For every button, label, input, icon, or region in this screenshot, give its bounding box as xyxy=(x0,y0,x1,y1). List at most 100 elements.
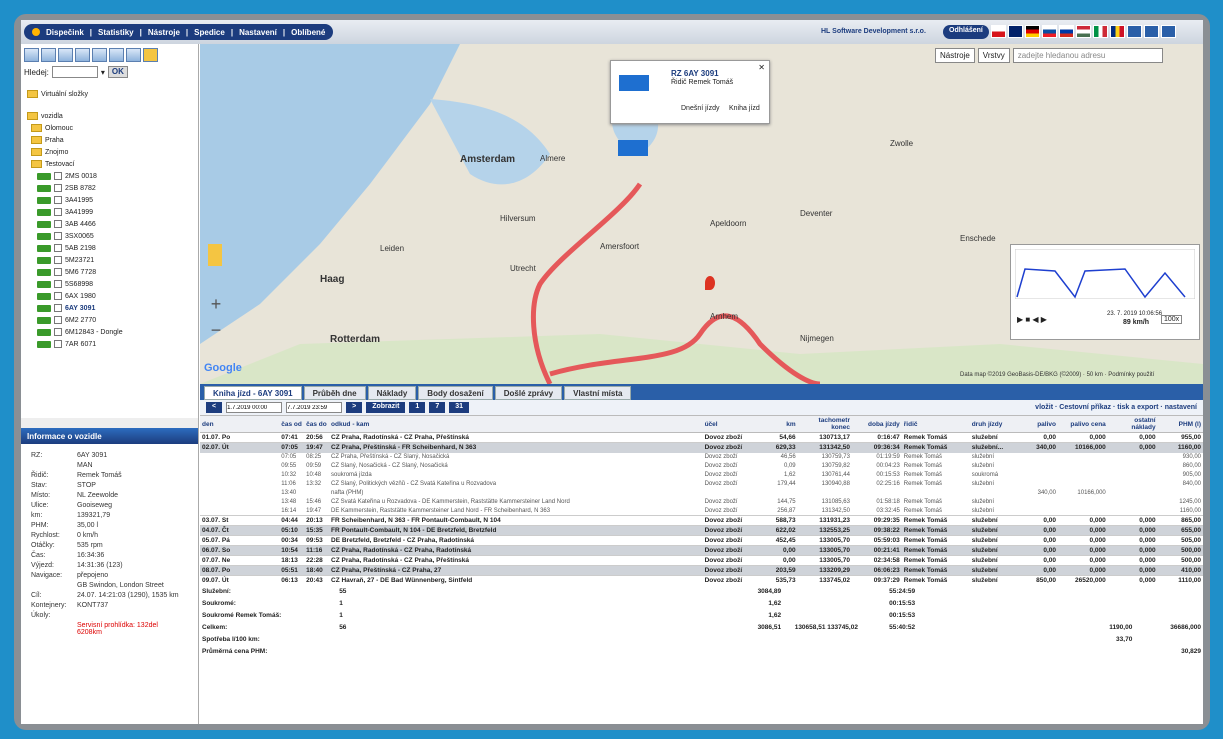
tree-vehicle[interactable]: 3A41999 xyxy=(37,206,192,218)
table-row[interactable]: 13:48 15:46 CZ Svatá Kateřina u Rozvadova … xyxy=(200,498,1203,507)
table-row[interactable]: 09.07. Út 06:13 20:43 CZ Havraň, 27 - DE Ba… xyxy=(200,575,1203,586)
column-header[interactable]: doba jízdy xyxy=(851,416,902,433)
column-header[interactable]: palivo xyxy=(1021,416,1058,433)
table-row[interactable]: 02.07. Út 07:05 19:47 CZ Praha, Přeštínská … xyxy=(200,442,1203,453)
menu-oblibene[interactable]: Oblíbené xyxy=(291,28,325,37)
tree-vehicle[interactable]: 6M2 2770 xyxy=(37,314,192,326)
pegman-icon[interactable] xyxy=(208,244,222,266)
logout-button[interactable]: Odhlášení xyxy=(943,25,989,39)
table-row[interactable]: 13:40 nafta (PHM) 340,00 10166,000 xyxy=(200,489,1203,498)
table-row[interactable]: 01.07. Po 07:41 20:56 CZ Praha, Radotínská … xyxy=(200,432,1203,443)
menu-statistiky[interactable]: Statistiky xyxy=(98,28,134,37)
tab-3[interactable]: Body dosažení xyxy=(418,386,493,400)
tree-vehicle[interactable]: 2MS 0018 xyxy=(37,170,192,182)
tab-2[interactable]: Náklady xyxy=(367,386,417,400)
map-layers-button[interactable]: Vrstvy xyxy=(977,48,1010,63)
vehicle-checkbox[interactable] xyxy=(54,208,62,216)
tree-vehicle[interactable]: 3A41995 xyxy=(37,194,192,206)
date-to[interactable] xyxy=(286,402,343,413)
column-header[interactable]: řidič xyxy=(901,416,970,433)
vehicle-checkbox[interactable] xyxy=(54,304,62,312)
search-ok-button[interactable]: OK xyxy=(107,66,128,78)
tree-vehicle[interactable]: 6AX 1980 xyxy=(37,290,192,302)
flag-sk-icon[interactable] xyxy=(1042,25,1057,38)
vehicle-checkbox[interactable] xyxy=(54,292,62,300)
popup-logbook-link[interactable]: Kniha jízd xyxy=(729,105,760,112)
flag-gb-icon[interactable] xyxy=(1008,25,1023,38)
zoom-select[interactable]: 100x xyxy=(1161,315,1183,324)
menu-nastaveni[interactable]: Nastavení xyxy=(239,28,277,37)
truck-add-icon[interactable] xyxy=(41,48,56,62)
tree-vehicle[interactable]: 5S68998 xyxy=(37,278,192,290)
tree-vehicle[interactable]: 3AB 4466 xyxy=(37,218,192,230)
zoom-in-button[interactable]: + xyxy=(206,294,226,314)
truck-group-icon[interactable] xyxy=(92,48,107,62)
column-header[interactable]: druh jízdy xyxy=(969,416,1022,433)
flag-de-icon[interactable] xyxy=(1025,25,1040,38)
tree-vehicle[interactable]: 5M23721 xyxy=(37,254,192,266)
date-from[interactable] xyxy=(226,402,283,413)
day7-button[interactable]: 7 xyxy=(429,402,446,413)
close-icon[interactable]: ✕ xyxy=(758,63,765,72)
table-row[interactable]: 07.07. Ne 18:13 22:28 CZ Praha, Radotínská … xyxy=(200,555,1203,566)
export-icon[interactable] xyxy=(1127,25,1142,38)
tab-5[interactable]: Vlastní místa xyxy=(564,386,632,400)
day31-button[interactable]: 31 xyxy=(449,402,470,413)
folder-tool-icon[interactable] xyxy=(143,48,158,62)
checklist-icon[interactable] xyxy=(75,48,90,62)
table-row[interactable]: 06.07. So 10:54 11:16 CZ Praha, Radotínská … xyxy=(200,545,1203,556)
column-header[interactable]: ostatní náklady xyxy=(1107,416,1158,433)
show-button[interactable]: Zobrazit xyxy=(366,402,406,413)
vehicle-checkbox[interactable] xyxy=(54,268,62,276)
table-row[interactable]: 08.07. Po 05:51 18:40 CZ Praha, Přeštínská … xyxy=(200,565,1203,576)
tree-vehicle[interactable]: 3SX0065 xyxy=(37,230,192,242)
truck-tool-icon[interactable] xyxy=(24,48,39,62)
tree-folder[interactable]: Testovací xyxy=(27,158,192,170)
prev-button[interactable]: < xyxy=(206,402,223,413)
vehicle-checkbox[interactable] xyxy=(54,280,62,288)
vehicle-checkbox[interactable] xyxy=(54,232,62,240)
playback-controls[interactable]: ▶ ■ ◀ ▶ xyxy=(1017,315,1047,324)
table-row[interactable]: 09:55 09:59 CZ Slaný, Nosačická - CZ Slaný… xyxy=(200,462,1203,471)
tree-vehicle[interactable]: 6AY 3091 xyxy=(37,302,192,314)
menu-nastroje[interactable]: Nástroje xyxy=(148,28,180,37)
column-header[interactable]: PHM (l) xyxy=(1157,416,1203,433)
column-header[interactable]: účel xyxy=(702,416,764,433)
tab-0[interactable]: Kniha jízd - 6AY 3091 xyxy=(204,386,302,400)
tree-virtual-folders[interactable]: Virtuální složky xyxy=(27,88,192,100)
search-input[interactable] xyxy=(51,66,98,78)
tab-1[interactable]: Průběh dne xyxy=(303,386,366,400)
action-links[interactable]: vložit · Cestovní příkaz · tisk a export… xyxy=(1035,404,1197,411)
column-header[interactable]: čas do xyxy=(304,416,330,433)
table-row[interactable]: 04.07. Čt 05:10 15:35 FR Pontault-Combault,… xyxy=(200,525,1203,536)
table-row[interactable]: 03.07. St 04:44 20:13 FR Scheibenhard, N 36… xyxy=(200,515,1203,526)
map-tools-button[interactable]: Nástroje xyxy=(935,48,975,63)
popup-today-link[interactable]: Dnešní jízdy xyxy=(681,105,720,112)
tree-folder[interactable]: Praha xyxy=(27,134,192,146)
location-pin-icon[interactable] xyxy=(705,276,715,290)
map-view[interactable]: Amsterdam Haag Rotterdam Utrecht Almere Apeld… xyxy=(200,44,1203,384)
zoom-out-button[interactable]: − xyxy=(206,320,226,340)
tree-folder[interactable]: Olomouc xyxy=(27,122,192,134)
column-header[interactable]: tachometr konec xyxy=(797,416,852,433)
table-row[interactable]: 07:05 08:25 CZ Praha, Přeštínská - CZ Slan… xyxy=(200,453,1203,462)
flag-ro-icon[interactable] xyxy=(1110,25,1125,38)
vehicle-checkbox[interactable] xyxy=(54,172,62,180)
vehicle-checkbox[interactable] xyxy=(54,244,62,252)
panel-splitter[interactable] xyxy=(21,418,198,428)
table-row[interactable]: 16:14 19:47 DE Kammerstein, Raststätte Kam… xyxy=(200,507,1203,516)
tab-4[interactable]: Došlé zprávy xyxy=(494,386,563,400)
tree-vehicle[interactable]: 2SB 8782 xyxy=(37,182,192,194)
vehicle-checkbox[interactable] xyxy=(54,196,62,204)
column-header[interactable]: palivo cena xyxy=(1057,416,1108,433)
day1-button[interactable]: 1 xyxy=(409,402,426,413)
vehicle-checkbox[interactable] xyxy=(54,340,62,348)
truck-edit-icon[interactable] xyxy=(58,48,73,62)
tree-vehicle[interactable]: 6M12843 - Dongle xyxy=(37,326,192,338)
menu-spedice[interactable]: Spedice xyxy=(194,28,225,37)
column-header[interactable]: den xyxy=(200,416,280,433)
vehicle-checkbox[interactable] xyxy=(54,256,62,264)
save-icon[interactable] xyxy=(1161,25,1176,38)
tree-vehicle[interactable]: 5M6 7728 xyxy=(37,266,192,278)
search-dropdown-icon[interactable]: ▾ xyxy=(101,68,105,77)
